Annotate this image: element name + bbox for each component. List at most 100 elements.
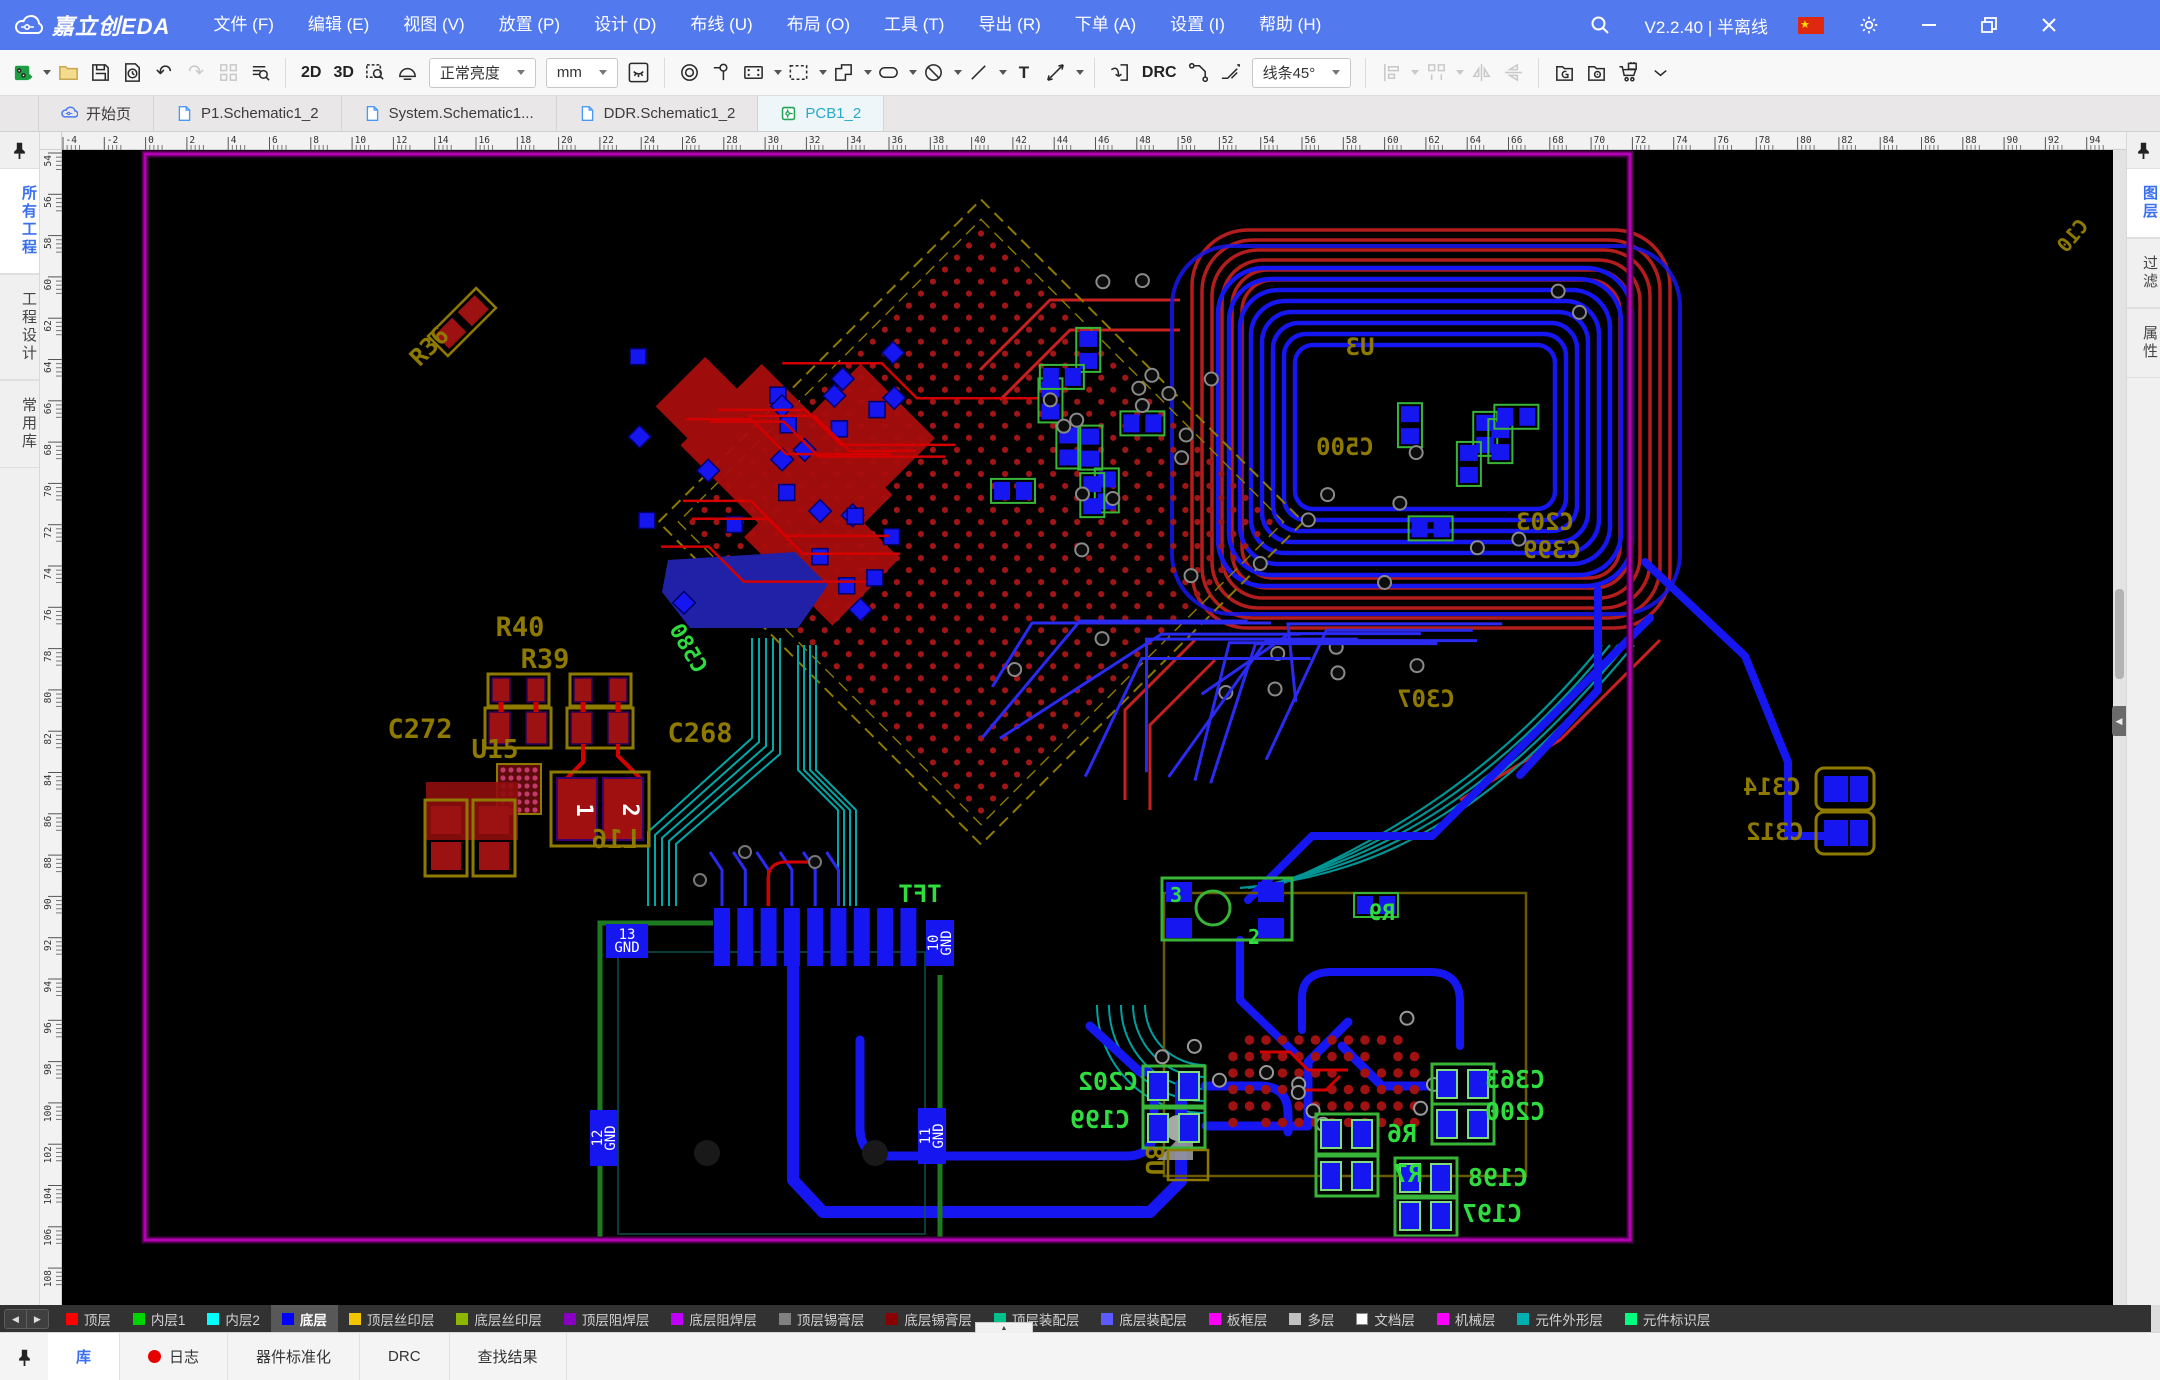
layer-tab[interactable]: 机械层 bbox=[1426, 1305, 1507, 1332]
gear-icon[interactable] bbox=[1854, 10, 1884, 40]
chevron-down-icon[interactable] bbox=[774, 70, 782, 75]
keepout-button[interactable] bbox=[919, 57, 949, 89]
vertical-scrollbar-thumb[interactable] bbox=[2115, 589, 2124, 679]
line-button[interactable] bbox=[964, 57, 994, 89]
copper-pour-button[interactable] bbox=[829, 57, 859, 89]
chevron-down-icon[interactable] bbox=[864, 70, 872, 75]
pin-button[interactable] bbox=[707, 57, 737, 89]
menu-item[interactable]: 下单 (A) bbox=[1058, 0, 1153, 50]
layer-tab[interactable]: 底层装配层 bbox=[1090, 1305, 1198, 1332]
menu-item[interactable]: 设置 (I) bbox=[1153, 0, 1242, 50]
layer-tab[interactable]: 顶层锡膏层 bbox=[768, 1305, 876, 1332]
layer-tab[interactable]: 内层1 bbox=[122, 1305, 197, 1332]
tab-system-schematic1-[interactable]: System.Schematic1... bbox=[342, 96, 557, 131]
bottom-tab[interactable]: DRC bbox=[360, 1333, 450, 1380]
layer-tab[interactable]: 板框层 bbox=[1198, 1305, 1279, 1332]
chevron-down-icon[interactable] bbox=[954, 70, 962, 75]
text-button[interactable]: T bbox=[1009, 57, 1039, 89]
maximize-button[interactable] bbox=[1974, 10, 2004, 40]
layer-tab[interactable]: 底层丝印层 bbox=[445, 1305, 553, 1332]
menu-item[interactable]: 编辑 (E) bbox=[291, 0, 386, 50]
selection-rect-button[interactable] bbox=[784, 57, 814, 89]
right-sidebar-item[interactable]: 图层 bbox=[2127, 168, 2160, 238]
right-sidebar-item[interactable]: 属性 bbox=[2127, 308, 2160, 378]
new-pcb-button[interactable] bbox=[8, 57, 38, 89]
menu-item[interactable]: 工具 (T) bbox=[867, 0, 961, 50]
distribute-button[interactable] bbox=[1421, 57, 1451, 89]
chevron-down-icon[interactable] bbox=[43, 70, 51, 75]
view-2d-button[interactable]: 2D bbox=[296, 57, 326, 89]
via-button[interactable] bbox=[675, 57, 705, 89]
tab-ddr-schematic1-2[interactable]: DDR.Schematic1_2 bbox=[557, 96, 759, 131]
left-pin-icon[interactable] bbox=[0, 132, 39, 168]
layer-tab[interactable]: 底层 bbox=[271, 1305, 338, 1332]
pcb-canvas[interactable]: R36R40R39C272C268U15L16C580C810TFTU3C500… bbox=[62, 150, 2126, 1305]
line-mode-select[interactable]: 线条45° bbox=[1252, 58, 1352, 88]
left-sidebar-item[interactable]: 常用库 bbox=[0, 380, 39, 468]
search-icon[interactable] bbox=[1585, 10, 1615, 40]
footprint-button[interactable] bbox=[739, 57, 769, 89]
layer-tab[interactable]: 内层2 bbox=[196, 1305, 271, 1332]
layer-tab[interactable]: 元件外形层 bbox=[1506, 1305, 1614, 1332]
chevron-down-icon[interactable] bbox=[1076, 70, 1084, 75]
bottom-pin-icon[interactable] bbox=[0, 1333, 48, 1380]
menu-item[interactable]: 放置 (P) bbox=[482, 0, 577, 50]
layer-tab[interactable]: 多层 bbox=[1278, 1305, 1345, 1332]
order-pcb-button[interactable] bbox=[1613, 57, 1643, 89]
bottom-tab[interactable]: 器件标准化 bbox=[228, 1333, 360, 1380]
route-button[interactable] bbox=[1184, 57, 1214, 89]
layer-tab[interactable]: 顶层阻焊层 bbox=[553, 1305, 661, 1332]
menu-item[interactable]: 视图 (V) bbox=[386, 0, 481, 50]
brightness-button[interactable] bbox=[393, 57, 423, 89]
left-sidebar-item[interactable]: 工程设计 bbox=[0, 274, 39, 380]
bottom-tab[interactable]: 查找结果 bbox=[450, 1333, 567, 1380]
chevron-down-icon[interactable] bbox=[1411, 70, 1419, 75]
menu-item[interactable]: 帮助 (H) bbox=[1242, 0, 1338, 50]
diff-pair-button[interactable] bbox=[1216, 57, 1246, 89]
save-history-button[interactable] bbox=[117, 57, 147, 89]
minimize-button[interactable] bbox=[1914, 10, 1944, 40]
open-button[interactable] bbox=[53, 57, 83, 89]
mirror-horizontal-button[interactable] bbox=[1466, 57, 1496, 89]
chevron-down-icon[interactable] bbox=[909, 70, 917, 75]
import-button[interactable] bbox=[1105, 57, 1135, 89]
layer-tab[interactable]: 顶层 bbox=[55, 1305, 122, 1332]
chevron-down-icon[interactable] bbox=[1456, 70, 1464, 75]
bottom-tab[interactable]: 库 bbox=[48, 1333, 120, 1380]
tab-p1-schematic1-2[interactable]: P1.Schematic1_2 bbox=[154, 96, 342, 131]
bottom-panel-collapse-button[interactable]: ▲ bbox=[975, 1322, 1033, 1333]
menu-item[interactable]: 布线 (U) bbox=[673, 0, 769, 50]
layer-tab[interactable]: 底层阻焊层 bbox=[660, 1305, 768, 1332]
layer-scroll-right-button[interactable]: ▶ bbox=[27, 1310, 48, 1328]
layer-scroll-left-button[interactable]: ◀ bbox=[5, 1310, 27, 1328]
close-button[interactable] bbox=[2034, 10, 2064, 40]
chevron-down-icon[interactable] bbox=[819, 70, 827, 75]
find-similar-button[interactable] bbox=[245, 57, 275, 89]
unit-select[interactable]: mm bbox=[546, 58, 618, 88]
mirror-vertical-button[interactable] bbox=[1498, 57, 1528, 89]
right-pin-icon[interactable] bbox=[2127, 132, 2160, 168]
align-button[interactable] bbox=[1376, 57, 1406, 89]
collapse-toolbar-button[interactable] bbox=[1645, 57, 1675, 89]
left-sidebar-item[interactable]: 所有工程 bbox=[0, 168, 39, 274]
layer-tab[interactable]: 底层锡膏层 bbox=[875, 1305, 983, 1332]
zoom-region-button[interactable] bbox=[361, 57, 391, 89]
right-panel-collapse-icon[interactable]: ◀ bbox=[2112, 706, 2126, 736]
drc-button[interactable]: DRC bbox=[1137, 57, 1182, 89]
layer-tab[interactable]: 文档层 bbox=[1345, 1305, 1426, 1332]
solid-region-button[interactable] bbox=[874, 57, 904, 89]
redo-button[interactable]: ↷ bbox=[181, 57, 211, 89]
export-coordinate-button[interactable] bbox=[1581, 57, 1611, 89]
export-gerber-button[interactable] bbox=[1549, 57, 1579, 89]
view-3d-button[interactable]: 3D bbox=[328, 57, 358, 89]
align-grid-button[interactable] bbox=[213, 57, 243, 89]
chevron-down-icon[interactable] bbox=[999, 70, 1007, 75]
save-button[interactable] bbox=[85, 57, 115, 89]
tab-pcb1-2[interactable]: PCB1_2 bbox=[758, 96, 884, 131]
layer-tab[interactable]: 元件标识层 bbox=[1614, 1305, 1722, 1332]
tab--[interactable]: 开始页 bbox=[38, 96, 154, 131]
hide-ratlines-button[interactable] bbox=[624, 57, 654, 89]
pcb-canvas-area[interactable]: R36R40R39C272C268U15L16C580C810TFTU3C500… bbox=[62, 150, 2126, 1305]
menu-item[interactable]: 设计 (D) bbox=[577, 0, 673, 50]
undo-button[interactable]: ↶ bbox=[149, 57, 179, 89]
